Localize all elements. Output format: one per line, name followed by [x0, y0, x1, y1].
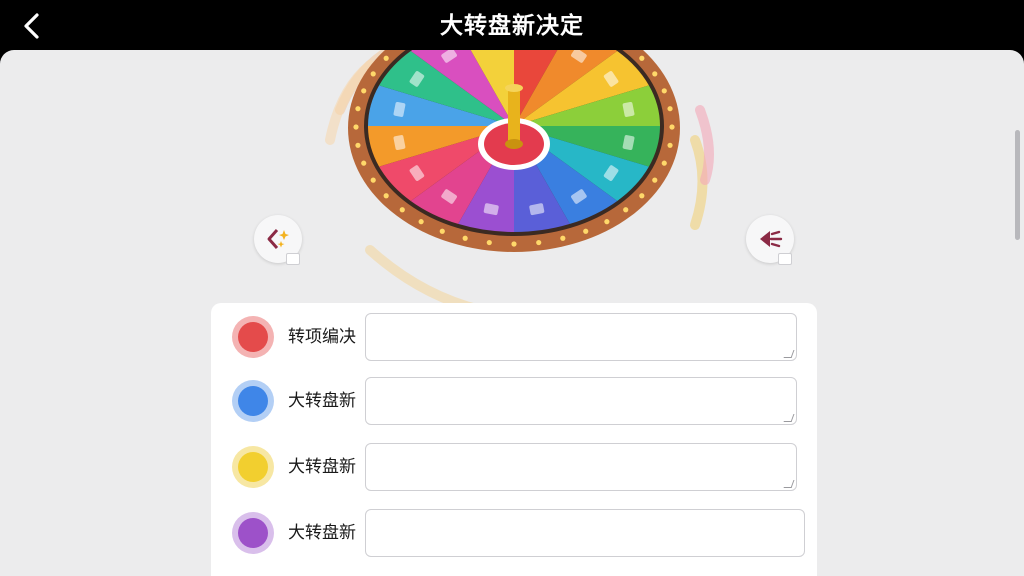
- share-button[interactable]: [746, 215, 794, 265]
- option-input[interactable]: [365, 313, 797, 361]
- color-swatch-button[interactable]: [232, 446, 274, 488]
- magic-button[interactable]: [254, 215, 302, 265]
- rim-bulb: [560, 235, 566, 241]
- rim-bulb: [383, 193, 389, 199]
- rim-bulb: [383, 55, 389, 61]
- option-row: 大转盘新: [211, 442, 817, 492]
- rim-bulb: [439, 228, 445, 234]
- color-dot: [238, 452, 268, 482]
- option-label: 大转盘新: [288, 391, 356, 411]
- rim-bulb: [639, 55, 645, 61]
- rim-bulb: [355, 142, 361, 148]
- color-dot: [238, 386, 268, 416]
- options-panel: 转项编决 大转盘新 大转盘新 大转盘新: [211, 303, 817, 576]
- color-swatch-button[interactable]: [232, 380, 274, 422]
- rim-bulb: [623, 207, 629, 213]
- option-input[interactable]: [365, 377, 797, 425]
- color-swatch-button[interactable]: [232, 512, 274, 554]
- rim-bulb: [486, 239, 492, 246]
- share-back-icon: [760, 230, 783, 248]
- color-dot: [238, 322, 268, 352]
- rim-bulb: [661, 160, 667, 166]
- option-label: 转项编决: [288, 327, 356, 347]
- rim-bulb: [399, 207, 405, 213]
- rim-bulb: [669, 124, 675, 130]
- page-title: 大转盘新决定: [440, 13, 584, 39]
- rim-bulb: [418, 219, 424, 225]
- rim-bulb: [370, 177, 376, 183]
- rim-bulb: [639, 193, 645, 199]
- rim-bulb: [536, 239, 542, 246]
- magic-sparkle-icon: [267, 229, 289, 249]
- option-row: 转项编决: [211, 312, 817, 362]
- motion-blur-arc: [365, 245, 485, 315]
- rim-bulb: [604, 219, 610, 225]
- badge-icon: [778, 253, 792, 265]
- option-input[interactable]: [365, 509, 805, 557]
- rim-bulb: [361, 160, 367, 166]
- rim-bulb: [652, 71, 658, 77]
- color-swatch-button[interactable]: [232, 316, 274, 358]
- pointer-base: [505, 139, 523, 149]
- rim-bulb: [353, 124, 359, 130]
- rim-bulb: [462, 235, 468, 241]
- rim-bulb: [652, 177, 658, 183]
- rim-bulb: [583, 228, 589, 234]
- rim-bulb: [661, 88, 667, 94]
- color-dot: [238, 518, 268, 548]
- badge-icon: [286, 253, 300, 265]
- option-row: 大转盘新: [211, 508, 817, 558]
- rim-bulb: [361, 88, 367, 94]
- option-row: 大转盘新: [211, 376, 817, 426]
- scrollbar-thumb[interactable]: [1015, 130, 1020, 240]
- pointer-stem: [508, 88, 520, 144]
- rim-bulb: [511, 241, 517, 247]
- main-content: 转项编决 大转盘新 大转盘新 大转盘新: [0, 50, 1024, 576]
- option-input[interactable]: [365, 443, 797, 491]
- rim-bulb: [370, 71, 376, 77]
- rim-bulb: [667, 142, 673, 148]
- option-label: 大转盘新: [288, 457, 356, 477]
- option-label: 大转盘新: [288, 523, 356, 543]
- top-bar: 大转盘新决定: [0, 0, 1024, 52]
- pointer-top: [505, 84, 523, 92]
- rim-bulb: [355, 106, 361, 112]
- rim-bulb: [667, 106, 673, 112]
